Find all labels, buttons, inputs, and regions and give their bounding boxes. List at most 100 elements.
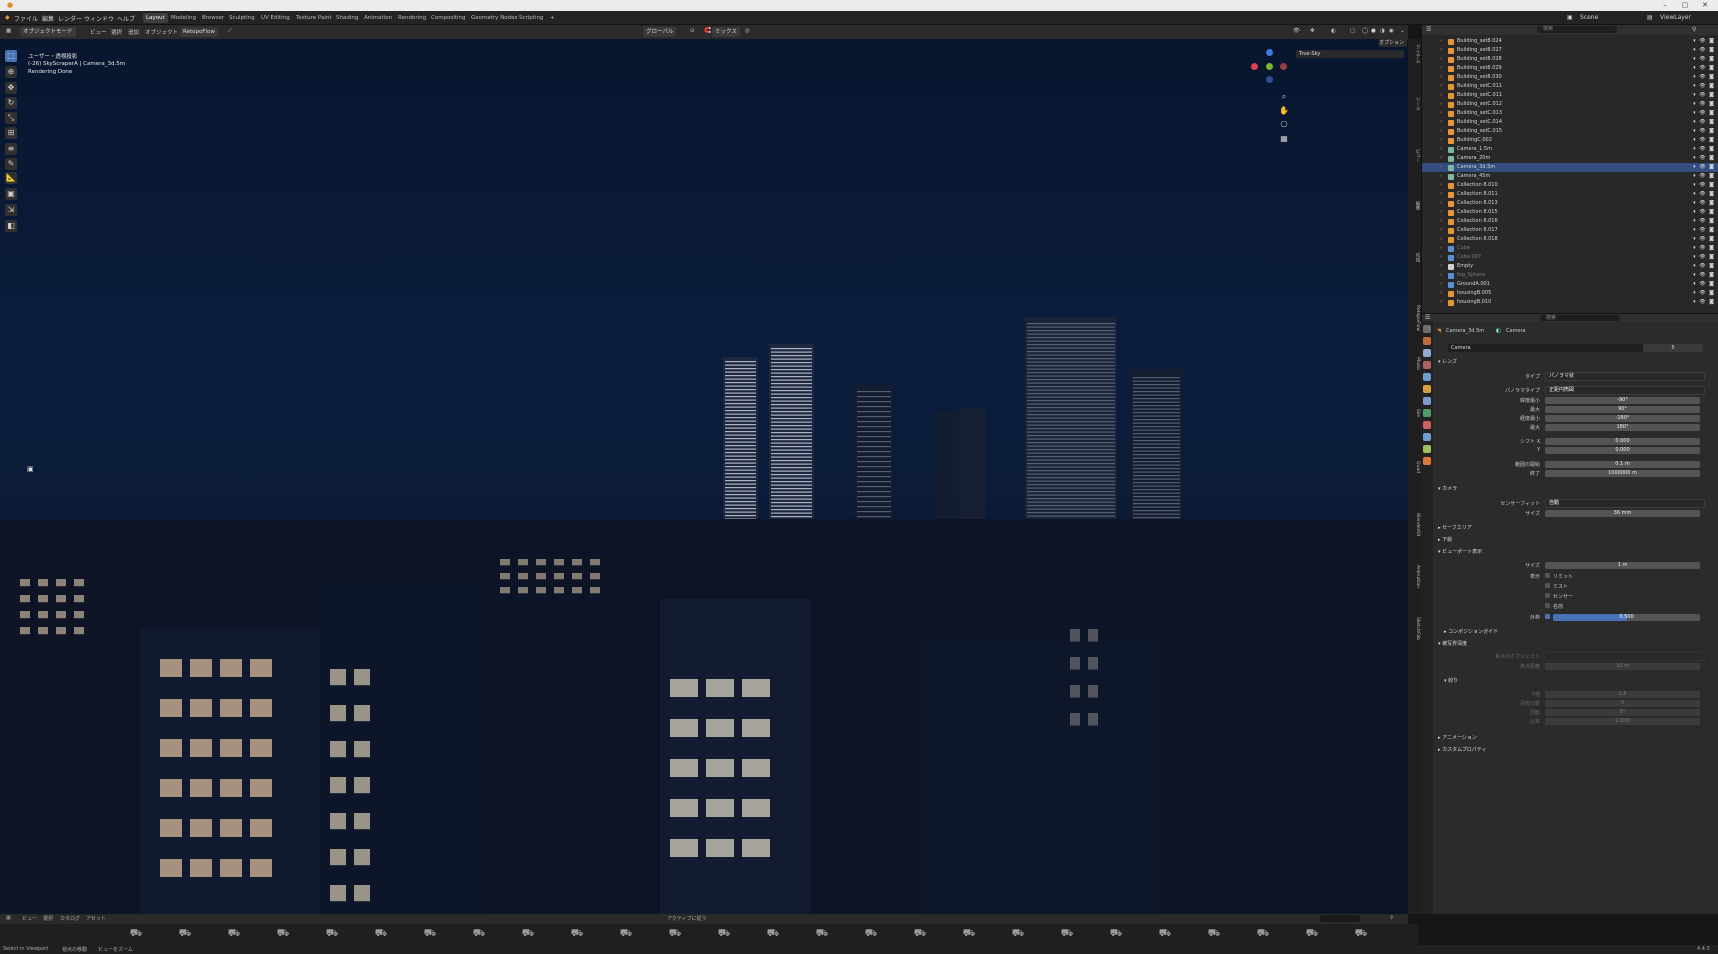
- visibility-toggle-icons[interactable]: ▾ 👁 ◙: [1693, 199, 1715, 208]
- true-sky-panel[interactable]: True-Sky: [1296, 50, 1404, 58]
- shading-material-icon[interactable]: ◑: [1380, 28, 1385, 34]
- sidebar-tab-1[interactable]: ツール: [1409, 97, 1420, 111]
- move-icon[interactable]: ✥: [5, 82, 17, 94]
- expand-arrow-icon[interactable]: ›: [1440, 172, 1442, 181]
- expand-arrow-icon[interactable]: ›: [1440, 118, 1442, 127]
- sidebar-tab-2[interactable]: ビュー: [1409, 149, 1420, 163]
- 3d-viewport[interactable]: ユーザー・透視投影 (-26) SkyScraperA | Camera_3d.…: [0, 39, 1408, 914]
- outliner-row[interactable]: › Collection 8.013 ▾ 👁 ◙: [1422, 199, 1718, 208]
- outliner-row[interactable]: › Collection 8.018 ▾ 👁 ◙: [1422, 235, 1718, 244]
- visibility-toggle-icons[interactable]: ▾ 👁 ◙: [1693, 100, 1715, 109]
- menu-add[interactable]: 追加: [128, 28, 139, 36]
- gizmo-neg-z-axis[interactable]: [1266, 76, 1273, 83]
- asset-thumbnail[interactable]: ⛟: [1157, 927, 1173, 941]
- light-probe-icon[interactable]: ▣: [27, 465, 34, 473]
- asset-thumbnail[interactable]: ⛟: [373, 927, 389, 941]
- asset-menu-catalog[interactable]: カタログ: [60, 915, 80, 922]
- gizmo-toggle-icon[interactable]: ✥: [1310, 28, 1315, 34]
- lat-max-field[interactable]: 90°: [1545, 406, 1700, 413]
- retopoflow-menu[interactable]: RetopoFlow: [180, 27, 218, 37]
- asset-thumbnail[interactable]: ⛟: [1255, 927, 1271, 941]
- outliner-row[interactable]: › Collection 8.017 ▾ 👁 ◙: [1422, 226, 1718, 235]
- tab-shading[interactable]: Shading: [333, 13, 361, 23]
- section-animation[interactable]: ▸ アニメーション: [1438, 734, 1477, 741]
- sensor-size-field[interactable]: 36 mm: [1545, 510, 1700, 517]
- section-depth-of-field[interactable]: ▾ 被写界深度: [1438, 640, 1467, 647]
- visibility-toggle-icons[interactable]: ▾ 👁 ◙: [1693, 190, 1715, 199]
- asset-thumbnails[interactable]: ⛟ ⛟ ⛟ ⛟ ⛟ ⛟ ⛟ ⛟ ⛟ ⛟ ⛟ ⛟ ⛟ ⛟ ⛟ ⛟ ⛟ ⛟ ⛟ ⛟ ⛟ ⛟ ⛟ ⛟ ⛟ ⛟: [0, 924, 1418, 945]
- sidebar-tab-6[interactable]: Photo: [1409, 357, 1420, 370]
- align-icon[interactable]: ≡: [5, 143, 17, 155]
- extrude-icon[interactable]: ⇲: [5, 204, 17, 216]
- section-background-images[interactable]: ▸ 下絵: [1438, 536, 1452, 543]
- asset-menu-select[interactable]: 選択: [43, 915, 53, 922]
- expand-arrow-icon[interactable]: ›: [1440, 145, 1442, 154]
- select-box-icon[interactable]: ⬚: [5, 50, 17, 62]
- expand-arrow-icon[interactable]: ›: [1440, 253, 1442, 262]
- outliner-row[interactable]: › Collection 8.015 ▾ 👁 ◙: [1422, 208, 1718, 217]
- lat-min-field[interactable]: -90°: [1545, 397, 1700, 404]
- visibility-toggle-icons[interactable]: ▾ 👁 ◙: [1693, 73, 1715, 82]
- menu-file[interactable]: ファイル: [14, 14, 38, 23]
- visibility-toggle-icons[interactable]: ▾ 👁 ◙: [1693, 226, 1715, 235]
- camera-type-select[interactable]: パノラマ状: [1545, 372, 1705, 381]
- fstop-field[interactable]: 2.8: [1545, 691, 1700, 698]
- overlay-toggle-icon[interactable]: ◐: [1331, 28, 1336, 34]
- shading-options-icon[interactable]: ⌄: [1400, 28, 1405, 34]
- snap-icon[interactable]: 🧲: [704, 28, 711, 34]
- asset-thumbnail[interactable]: ⛟: [1108, 927, 1124, 941]
- sidebar-tab-5[interactable]: RetopoFlow: [1409, 305, 1420, 331]
- section-safe-areas[interactable]: ▸ セーフエリア: [1438, 524, 1472, 531]
- outliner-row[interactable]: › Camera_1.5m ▾ 👁 ◙: [1422, 145, 1718, 154]
- brush-icon[interactable]: ⟋: [228, 28, 232, 35]
- annotate-icon[interactable]: ✎: [5, 158, 17, 170]
- outliner-row[interactable]: › housingB.010 ▾ 👁 ◙: [1422, 298, 1718, 307]
- gizmo-y-axis[interactable]: [1266, 63, 1273, 70]
- asset-thumbnail[interactable]: ⛟: [275, 927, 291, 941]
- expand-arrow-icon[interactable]: ›: [1440, 271, 1442, 280]
- visibility-toggle-icons[interactable]: ▾ 👁 ◙: [1693, 37, 1715, 46]
- expand-arrow-icon[interactable]: ›: [1440, 190, 1442, 199]
- tab-uv-editing[interactable]: UV Editing: [258, 13, 293, 23]
- proportional-edit-icon[interactable]: ◎: [745, 28, 750, 34]
- asset-thumbnail[interactable]: ⛟: [961, 927, 977, 941]
- shading-solid-icon[interactable]: ●: [1371, 28, 1376, 34]
- asset-thumbnail[interactable]: ⛟: [1059, 927, 1075, 941]
- visibility-toggle-icons[interactable]: ▾ 👁 ◙: [1693, 181, 1715, 190]
- visibility-toggle-icons[interactable]: ▾ 👁 ◙: [1693, 280, 1715, 289]
- expand-arrow-icon[interactable]: ›: [1440, 37, 1442, 46]
- visibility-toggle-icons[interactable]: ▾ 👁 ◙: [1693, 55, 1715, 64]
- tab-rendering[interactable]: Rendering: [395, 13, 429, 23]
- close-icon[interactable]: ✕: [1695, 0, 1715, 11]
- outliner-row[interactable]: › Building_set8.027 ▾ 👁 ◙: [1422, 46, 1718, 55]
- visibility-toggle-icons[interactable]: ▾ 👁 ◙: [1693, 262, 1715, 271]
- outliner-row[interactable]: › Building_set8.029 ▾ 👁 ◙: [1422, 64, 1718, 73]
- asset-thumbnail[interactable]: ⛟: [618, 927, 634, 941]
- clip-start-field[interactable]: 0.1 m: [1545, 461, 1700, 468]
- outliner-row[interactable]: › Cube.007 ▾ 👁 ◙: [1422, 253, 1718, 262]
- sidebar-tab-9[interactable]: BlenderKit: [1409, 513, 1420, 536]
- asset-thumbnail[interactable]: ⛟: [1206, 927, 1222, 941]
- sidebar-tab-3[interactable]: 編集: [1409, 201, 1420, 210]
- visibility-toggle-icons[interactable]: ▾ 👁 ◙: [1693, 244, 1715, 253]
- properties-tab-0-icon[interactable]: [1423, 325, 1431, 333]
- mist-checkbox[interactable]: [1545, 583, 1550, 588]
- menu-render[interactable]: レンダー: [58, 14, 82, 23]
- mode-selector[interactable]: オブジェクトモード: [20, 27, 76, 37]
- expand-arrow-icon[interactable]: ›: [1440, 163, 1442, 172]
- sensor-checkbox[interactable]: [1545, 593, 1550, 598]
- tab-layout[interactable]: Layout: [143, 13, 168, 23]
- focus-distance-field[interactable]: 10 m: [1545, 663, 1700, 670]
- expand-arrow-icon[interactable]: ›: [1440, 55, 1442, 64]
- visibility-toggle-icons[interactable]: ▾ 👁 ◙: [1693, 253, 1715, 262]
- asset-filter-icon[interactable]: ⚲: [1390, 915, 1394, 921]
- tab-browser[interactable]: Browser: [199, 13, 227, 23]
- shading-wireframe-icon[interactable]: ◯: [1362, 28, 1368, 34]
- pan-hand-icon[interactable]: ✋: [1279, 106, 1289, 116]
- visibility-icon[interactable]: 👁: [1293, 28, 1300, 34]
- asset-thumbnail[interactable]: ⛟: [1304, 927, 1320, 941]
- transform-icon[interactable]: ⊞: [5, 127, 17, 139]
- expand-arrow-icon[interactable]: ›: [1440, 280, 1442, 289]
- asset-thumbnail[interactable]: ⛟: [716, 927, 732, 941]
- expand-arrow-icon[interactable]: ›: [1440, 181, 1442, 190]
